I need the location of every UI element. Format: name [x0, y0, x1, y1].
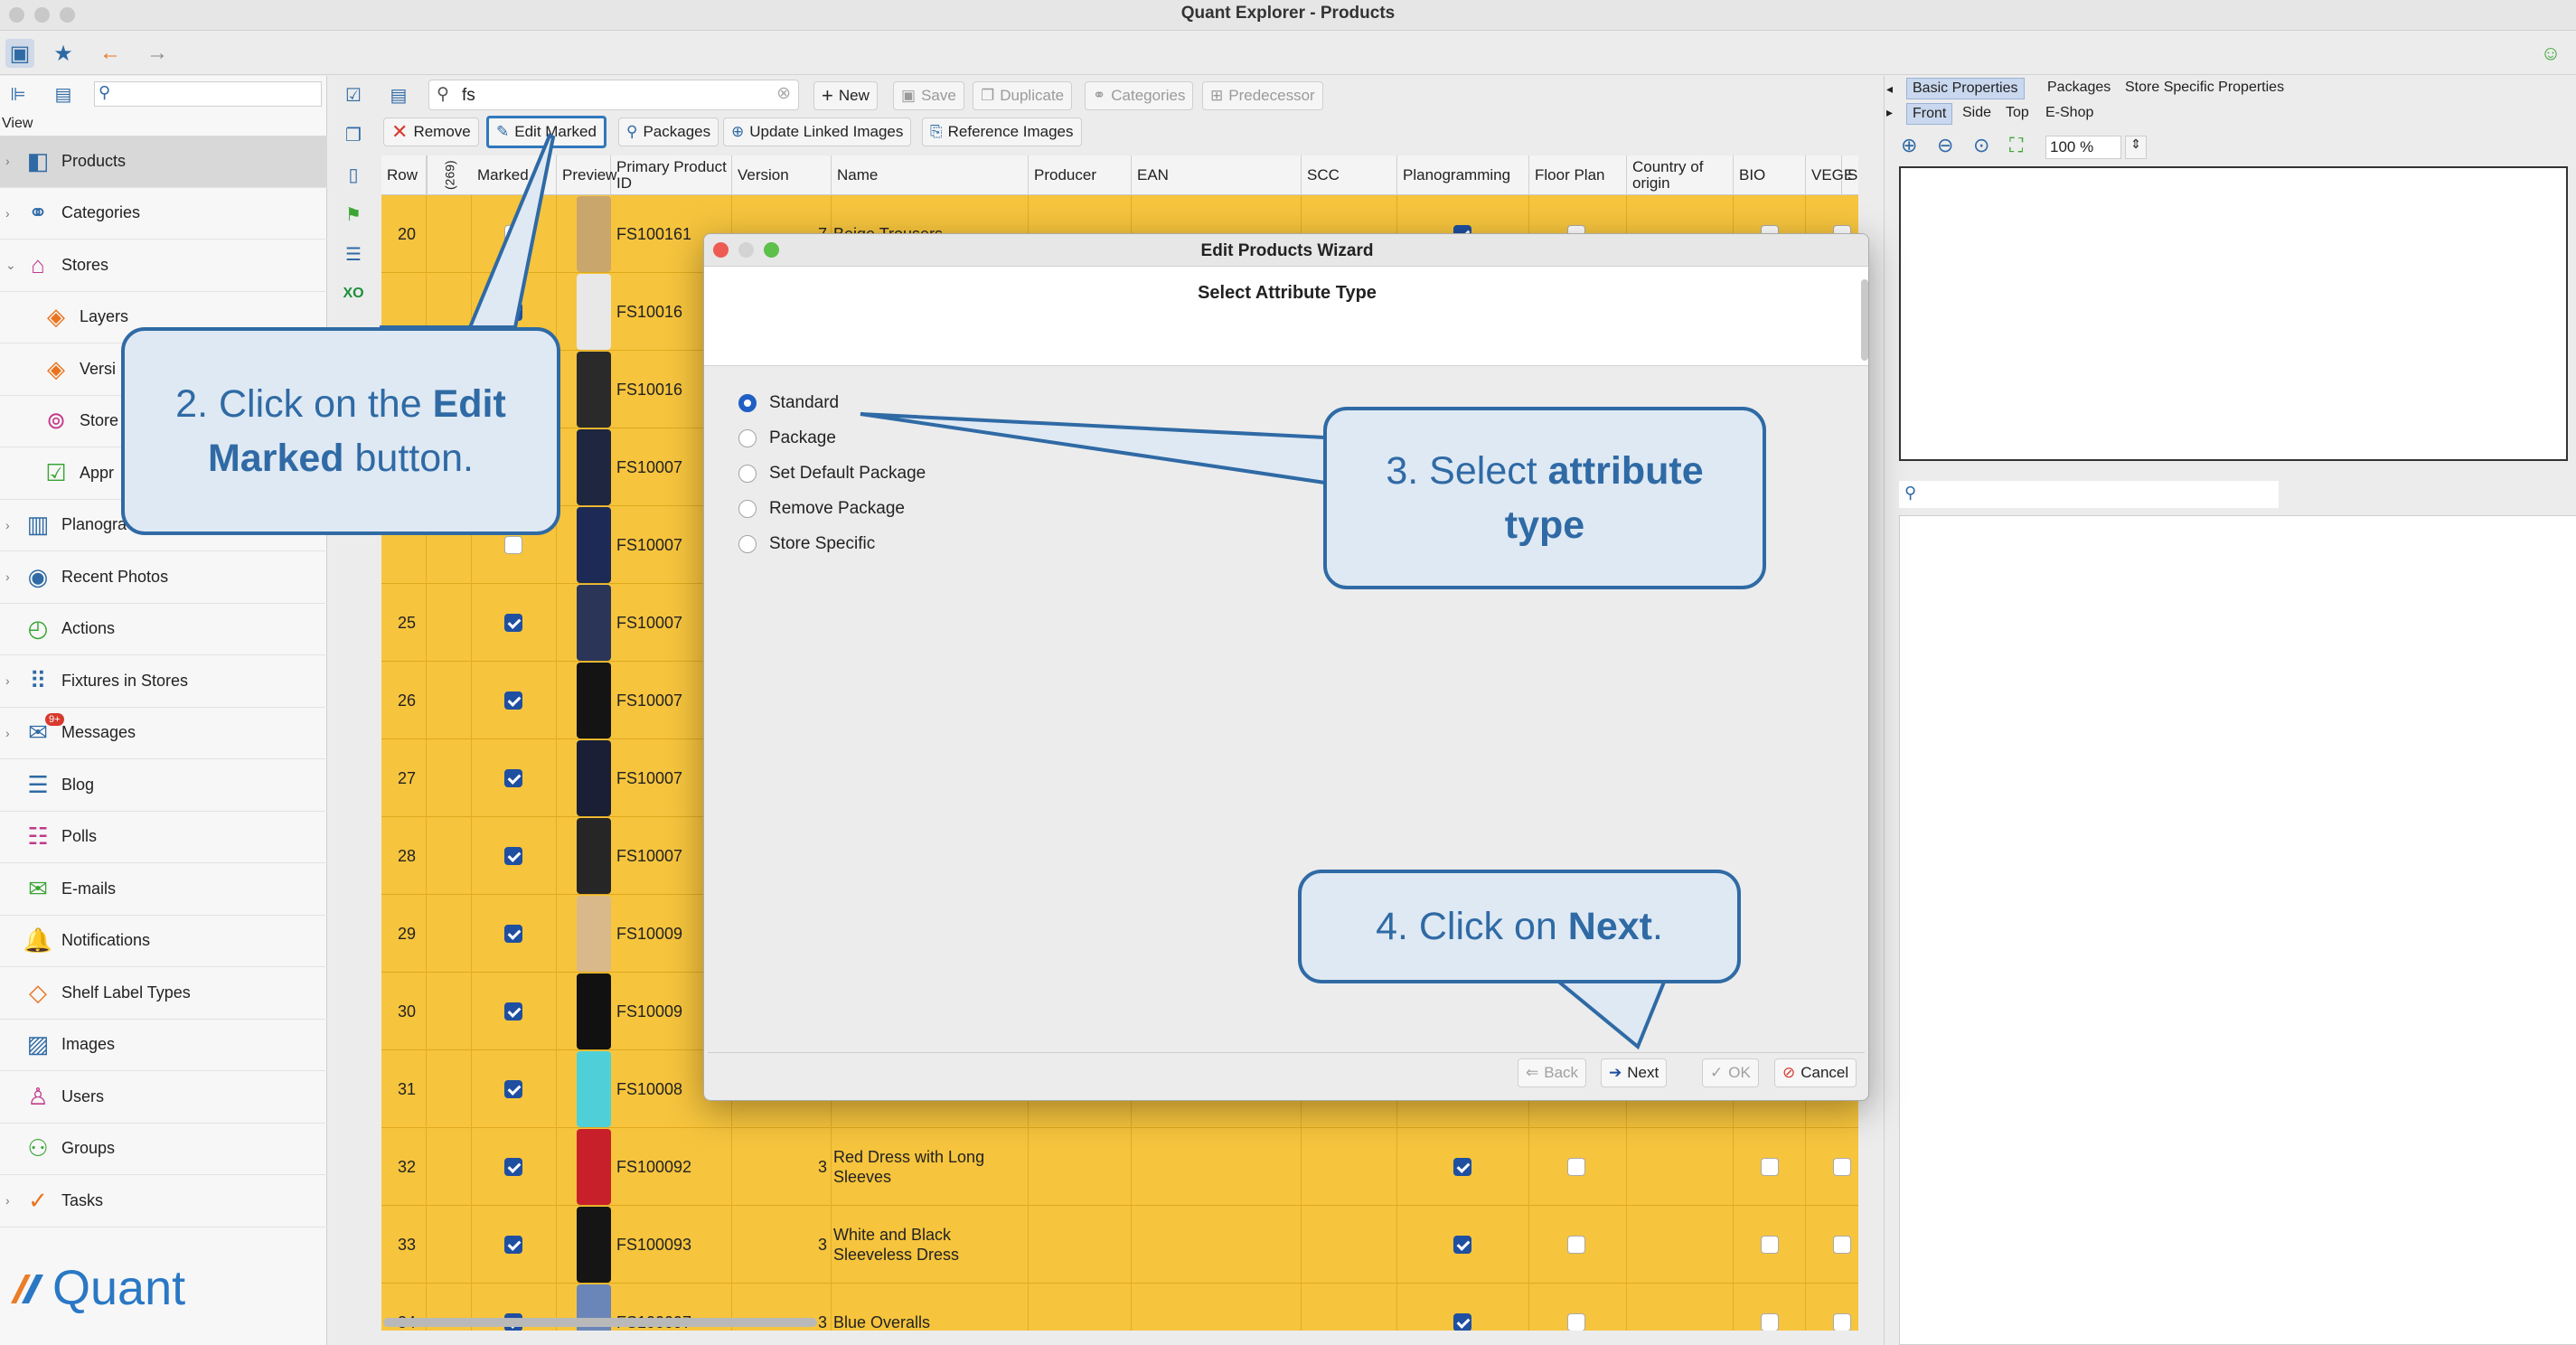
callout-pointers	[380, 133, 1668, 1050]
callout-step-2: 2. Click on the Edit Marked button.	[121, 327, 560, 535]
callout-step-3: 3. Select attribute type	[1323, 407, 1766, 589]
callout-step-4: 4. Click on Next.	[1298, 870, 1741, 983]
callout-2-pointer	[380, 133, 556, 329]
callout-3-pointer	[860, 412, 1327, 485]
callout-4-pointer	[1551, 978, 1668, 1050]
